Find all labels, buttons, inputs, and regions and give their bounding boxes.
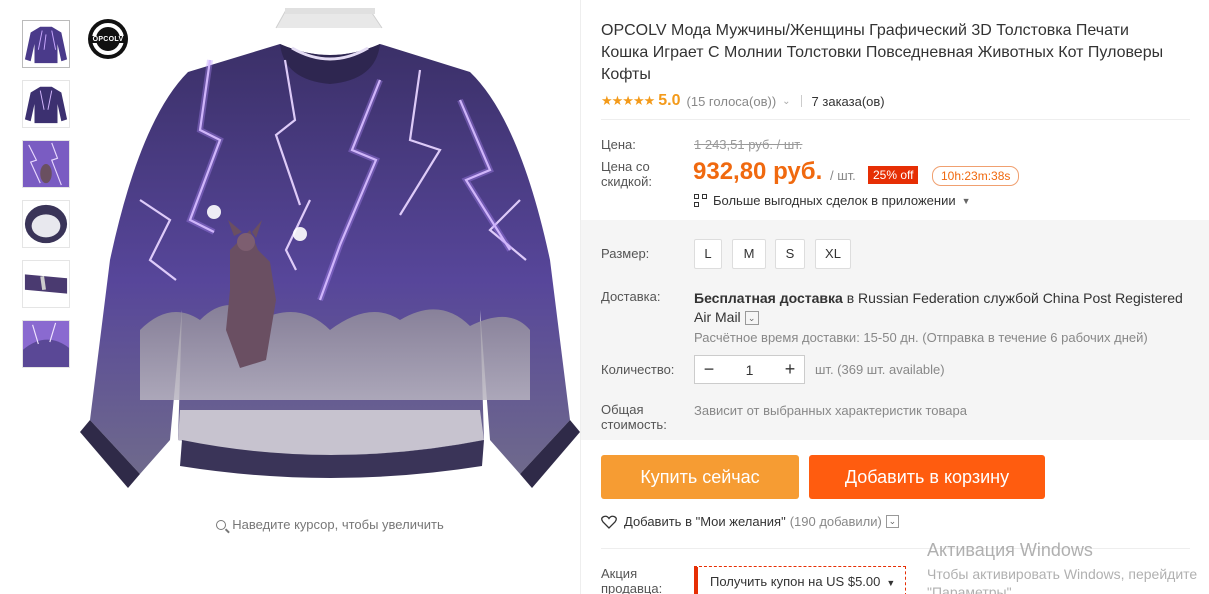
thumbnail-3[interactable] (22, 140, 70, 188)
product-title: OPCOLV Мода Мужчины/Женщины Графический … (601, 22, 1164, 83)
size-option-l[interactable]: L (694, 239, 722, 269)
chevron-down-icon[interactable]: ⌄ (744, 311, 759, 325)
quantity-decrease-button[interactable]: − (695, 359, 723, 380)
discount-price-label: Цена со скидкой: (601, 159, 652, 189)
quantity-stepper: − + (694, 355, 805, 384)
free-shipping-text: Бесплатная доставка (694, 290, 843, 306)
coupon-text: Получить купон на US $5.00 (710, 574, 881, 589)
buy-now-button[interactable]: Купить сейчас (601, 455, 799, 499)
brand-logo: OPCOLV (88, 19, 128, 59)
caret-down-icon: ▼ (886, 578, 896, 588)
rating-stars-icon: ★★★★★ (601, 93, 655, 108)
total-value: Зависит от выбранных характеристик товар… (694, 403, 967, 418)
size-option-m[interactable]: M (732, 239, 766, 269)
zoom-hint: Наведите курсор, чтобы увеличить (80, 517, 580, 532)
zoom-hint-text: Наведите курсор, чтобы увеличить (232, 517, 444, 532)
divider (601, 119, 1190, 120)
per-unit: / шт. (830, 168, 856, 183)
price-label: Цена: (601, 137, 636, 152)
rating-votes-link[interactable]: (15 голоса(ов)) (687, 94, 777, 109)
watermark-line-3: "Параметры" (927, 584, 1012, 594)
add-to-cart-button[interactable]: Добавить в корзину (809, 455, 1045, 499)
discount-badge: 25% off (868, 166, 919, 184)
shipping-method: Бесплатная доставка в Russian Federation… (694, 289, 1194, 327)
quantity-increase-button[interactable]: + (776, 359, 804, 380)
thumbnail-4[interactable] (22, 200, 70, 248)
total-label: Общая стоимость: (601, 402, 667, 432)
size-option-xl[interactable]: XL (815, 239, 851, 269)
wishlist-link[interactable]: Добавить в "Мои желания" (190 добавили) … (601, 514, 899, 529)
size-label: Размер: (601, 246, 650, 261)
brand-logo-text: OPCOLV (90, 35, 126, 43)
thumbnail-5[interactable] (22, 260, 70, 308)
app-deals-text: Больше выгодных сделок в приложении (713, 193, 956, 208)
product-main-image[interactable] (80, 0, 580, 505)
quantity-available: шт. (369 шт. available) (815, 362, 945, 377)
chevron-down-icon[interactable]: ⌄ (782, 96, 790, 107)
chevron-down-icon[interactable]: ⌄ (885, 515, 899, 528)
countdown-timer: 10h:23m:38s (932, 166, 1020, 186)
thumbnail-1[interactable] (22, 20, 70, 68)
magnifier-icon (216, 520, 227, 530)
seller-promo-label: Акция продавца: (601, 566, 663, 594)
delivery-estimate: Расчётное время доставки: 15-50 дн. (Отп… (694, 330, 1148, 345)
heart-icon (601, 515, 617, 529)
shipping-label: Доставка: (601, 289, 661, 304)
quantity-label: Количество: (601, 362, 675, 377)
current-price: 932,80 руб. (693, 158, 823, 185)
thumbnail-2[interactable] (22, 80, 70, 128)
get-coupon-button[interactable]: Получить купон на US $5.00 ▼ (694, 566, 906, 594)
thumbnail-list (22, 20, 70, 380)
qr-code-icon (694, 194, 707, 207)
size-option-s[interactable]: S (775, 239, 805, 269)
quantity-input[interactable] (723, 361, 776, 378)
thumbnail-6[interactable] (22, 320, 70, 368)
rating-row: ★★★★★ 5.0 (15 голоса(ов)) ⌄ 7 заказа(ов) (601, 92, 885, 110)
wishlist-text: Добавить в "Мои желания" (624, 514, 786, 529)
old-price: 1 243,51 руб. / шт. (694, 137, 803, 152)
app-deals-link[interactable]: Больше выгодных сделок в приложении ▼ (694, 193, 971, 208)
watermark-line-1: Активация Windows (927, 540, 1093, 560)
caret-down-icon: ▼ (961, 195, 971, 206)
rating-value: 5.0 (658, 92, 681, 109)
watermark-line-2: Чтобы активировать Windows, перейдите (927, 566, 1198, 582)
divider (601, 548, 1190, 549)
separator (800, 95, 802, 107)
orders-count: 7 заказа(ов) (811, 93, 885, 109)
wishlist-count: (190 добавили) (789, 514, 882, 529)
